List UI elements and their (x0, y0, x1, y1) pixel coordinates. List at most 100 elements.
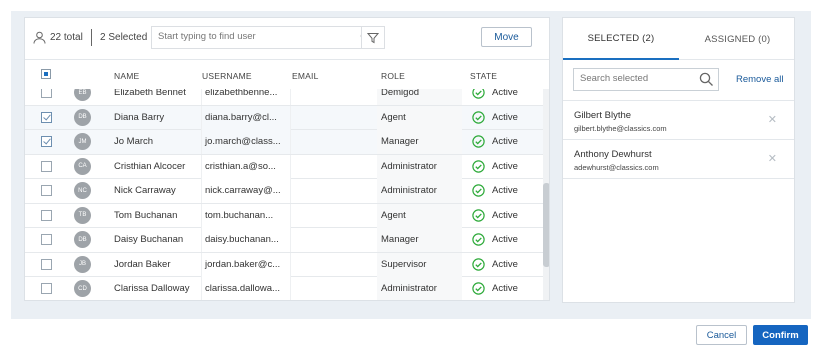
tab-assigned[interactable]: ASSIGNED (0) (679, 18, 796, 60)
avatar: DB (74, 231, 91, 248)
selected-search-box[interactable] (573, 68, 719, 91)
cancel-button[interactable]: Cancel (696, 325, 747, 345)
column-header-name[interactable]: NAME (114, 71, 139, 81)
table-row[interactable]: NC Nick Carraway nick.carraway@... Administ… (25, 179, 545, 204)
selected-user-email: gilbert.blythe@classics.com (574, 124, 667, 133)
user-username: jordan.baker@c... (201, 252, 291, 277)
remove-icon[interactable]: ✕ (768, 152, 777, 165)
selected-user-item: Gilbert Blythe gilbert.blythe@classics.c… (563, 101, 794, 140)
check-circle-icon (472, 89, 485, 99)
check-circle-icon (472, 233, 485, 246)
table-row[interactable]: JB Jordan Baker jordan.baker@c... Superviso… (25, 252, 545, 277)
user-state-label: Active (492, 89, 518, 98)
user-state: Active (472, 184, 518, 197)
user-state: Active (472, 233, 518, 246)
remove-icon[interactable]: ✕ (768, 113, 777, 126)
row-checkbox[interactable] (41, 234, 52, 245)
user-state: Active (472, 257, 518, 271)
user-name: Elizabeth Bennet (114, 89, 186, 98)
select-all-checkbox[interactable] (41, 69, 51, 79)
user-role: Agent (377, 105, 462, 130)
user-username: jo.march@class... (201, 130, 291, 154)
column-header-username[interactable]: USERNAME (202, 71, 252, 81)
row-checkbox[interactable] (41, 209, 52, 221)
user-state: Active (472, 135, 518, 148)
check-circle-icon (472, 282, 485, 295)
row-checkbox[interactable] (41, 185, 52, 196)
search-icon[interactable] (699, 72, 714, 87)
selected-user-list: Gilbert Blythe gilbert.blythe@classics.c… (563, 100, 794, 179)
user-state-label: Active (492, 283, 518, 294)
tab-selected[interactable]: SELECTED (2) (563, 18, 679, 60)
user-state-label: Active (492, 185, 518, 196)
user-role: Demigod (377, 89, 462, 105)
row-checkbox[interactable] (41, 160, 52, 172)
user-state: Active (472, 282, 518, 295)
column-header-email[interactable]: EMAIL (292, 71, 319, 81)
user-state-label: Active (492, 160, 518, 172)
user-search-input[interactable] (158, 31, 338, 42)
user-username: tom.buchanan... (201, 203, 291, 228)
column-header-role[interactable]: ROLE (381, 71, 405, 81)
avatar: EB (74, 89, 91, 101)
row-checkbox[interactable] (41, 258, 52, 270)
avatar: JM (74, 133, 91, 150)
user-username: nick.carraway@... (201, 179, 291, 203)
confirm-button[interactable]: Confirm (753, 325, 808, 345)
avatar: NC (74, 182, 91, 199)
row-checkbox[interactable] (41, 136, 52, 147)
move-button[interactable]: Move (481, 27, 532, 47)
table-row[interactable]: CA Cristhian Alcocer cristhian.a@so... Admi… (25, 154, 545, 179)
filter-icon (367, 32, 379, 43)
table-row[interactable]: JM Jo March jo.march@class... Manager Active (25, 130, 545, 155)
table-row[interactable]: DB Diana Barry diana.barry@cl... Agent Activ… (25, 105, 545, 130)
user-name: Nick Carraway (114, 185, 176, 196)
user-state-label: Active (492, 234, 518, 245)
user-name: Daisy Buchanan (114, 234, 184, 245)
selected-user-email: adewhurst@classics.com (574, 163, 659, 172)
user-role: Administrator (377, 179, 462, 203)
user-username: daisy.buchanan... (201, 228, 291, 252)
row-checkbox[interactable] (41, 89, 52, 98)
total-count-label: 22 total (50, 32, 83, 43)
user-username: elizabethbenne... (201, 89, 291, 105)
user-name: Tom Buchanan (114, 209, 178, 221)
avatar: JB (74, 255, 91, 273)
column-header-state[interactable]: STATE (470, 71, 497, 81)
row-checkbox[interactable] (41, 111, 52, 123)
table-row[interactable]: EB Elizabeth Bennet elizabethbenne... Demig… (25, 89, 545, 106)
table-header: NAME USERNAME EMAIL ROLE STATE (25, 59, 549, 89)
user-search-box[interactable] (151, 26, 382, 49)
selected-search-input[interactable] (580, 73, 698, 84)
table-row[interactable]: CD Clarissa Dalloway clarissa.dallowa... Ad… (25, 277, 545, 300)
user-role: Administrator (377, 277, 462, 300)
selection-tabs: SELECTED (2) ASSIGNED (0) (563, 18, 794, 60)
filter-button[interactable] (361, 26, 385, 49)
check-circle-icon (472, 159, 485, 173)
selection-panel: SELECTED (2) ASSIGNED (0) Remove all Gil… (562, 17, 795, 303)
user-username: diana.barry@cl... (201, 105, 291, 130)
user-name: Diana Barry (114, 111, 165, 123)
check-circle-icon (472, 135, 485, 148)
avatar: CA (74, 157, 91, 175)
user-list-toolbar: 22 total 2 Selected Move (25, 18, 549, 58)
vertical-scrollbar-thumb[interactable] (543, 183, 549, 267)
selected-count-label: 2 Selected (100, 32, 148, 43)
user-state: Active (472, 89, 518, 99)
user-state-label: Active (492, 258, 518, 270)
user-list-panel: 22 total 2 Selected Move NAME USERNAME E… (24, 17, 550, 301)
table-row[interactable]: DB Daisy Buchanan daisy.buchanan... Manager… (25, 228, 545, 253)
user-username: cristhian.a@so... (201, 154, 291, 179)
row-checkbox[interactable] (41, 283, 52, 294)
remove-all-link[interactable]: Remove all (736, 74, 784, 85)
user-state-label: Active (492, 111, 518, 123)
table-row[interactable]: TB Tom Buchanan tom.buchanan... Agent Active (25, 203, 545, 228)
avatar: CD (74, 280, 91, 297)
avatar: DB (74, 108, 91, 126)
user-state: Active (472, 110, 518, 124)
selected-user-name: Anthony Dewhurst (574, 149, 652, 160)
avatar: TB (74, 206, 91, 224)
check-circle-icon (472, 110, 485, 124)
user-role: Supervisor (377, 252, 462, 277)
user-state-label: Active (492, 209, 518, 221)
